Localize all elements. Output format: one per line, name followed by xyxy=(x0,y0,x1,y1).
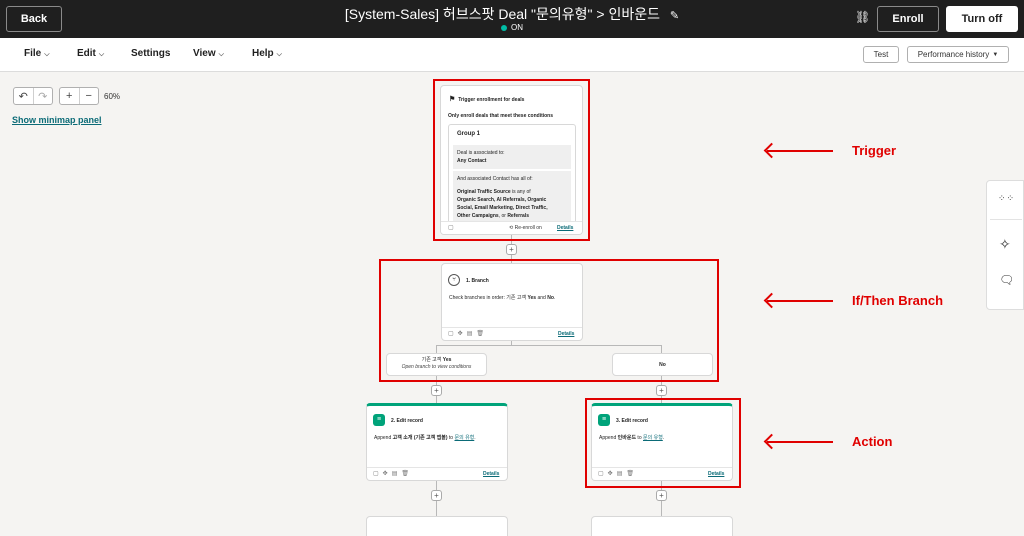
sparkle-icon[interactable]: ✧ xyxy=(999,236,1011,253)
action-left-icons: ▢ ✥ ▤ 🗑 xyxy=(373,470,409,477)
edit-record-icon: ≡ xyxy=(373,414,385,426)
menu-settings-label: Settings xyxy=(131,48,171,59)
menu-view[interactable]: View ⌵ xyxy=(193,48,224,59)
redo-icon[interactable]: ↷ xyxy=(32,88,53,104)
grid-dots-icon[interactable]: ⁘⁘ xyxy=(998,193,1015,204)
performance-history-label: Performance history xyxy=(917,50,990,59)
action-left-title: 2. Edit record xyxy=(391,418,423,424)
status-dot-icon xyxy=(501,24,507,31)
action-left-prefix: Append xyxy=(374,435,393,441)
action-left-value: 고객 소개 (기존 고객 앱볼) xyxy=(392,435,448,441)
chat-icon[interactable]: 🗨 xyxy=(999,273,1014,287)
move-icon[interactable]: ✥ xyxy=(383,470,388,477)
zoom-level: 60% xyxy=(104,92,121,101)
chevron-down-icon: ⌵ xyxy=(276,51,282,58)
next-step-card-left[interactable] xyxy=(366,516,508,536)
menu-help[interactable]: Help ⌵ xyxy=(252,48,282,59)
action-left-description: Append 고객 소개 (기존 고객 앱볼) to 문의 유형. xyxy=(374,435,476,442)
chevron-down-icon: ⌵ xyxy=(44,51,50,58)
menu-file-label: File xyxy=(24,48,42,59)
enroll-button[interactable]: Enroll xyxy=(877,6,939,32)
link-icon[interactable]: ⛓ xyxy=(855,10,870,24)
clone-icon[interactable]: ▤ xyxy=(392,470,398,477)
workflow-canvas[interactable]: ↶ ↷ + − 60% Show minimap panel ⚑ Trigger en… xyxy=(0,72,1024,536)
workflow-title: [System-Sales] 허브스팟 Deal "문의유형" > 인바운드 ✎ xyxy=(0,4,1024,24)
menu-settings[interactable]: Settings xyxy=(131,48,170,59)
copy-icon[interactable]: ▢ xyxy=(373,470,379,477)
show-minimap-link[interactable]: Show minimap panel xyxy=(12,115,102,125)
menu-help-label: Help xyxy=(252,48,274,59)
side-tool-panel: ⁘⁘ ✧ 🗨 xyxy=(986,180,1024,310)
action-left-period: . xyxy=(474,435,476,441)
add-step-plus-icon[interactable]: + xyxy=(431,490,442,501)
menu-view-label: View xyxy=(193,48,216,59)
zoom-in-icon[interactable]: + xyxy=(60,88,79,104)
arrow-left-icon xyxy=(767,150,833,152)
annotation-branch: If/Then Branch xyxy=(852,293,944,308)
chevron-down-icon: ⌵ xyxy=(98,51,105,58)
test-button[interactable]: Test xyxy=(863,46,899,63)
turn-off-button[interactable]: Turn off xyxy=(946,6,1018,32)
performance-history-dropdown[interactable]: Performance history ▼ xyxy=(907,46,1009,63)
annotation-action: Action xyxy=(852,434,893,449)
action-highlight-box xyxy=(585,398,741,488)
menu-file[interactable]: File ⌵ xyxy=(24,48,50,59)
branch-highlight-box xyxy=(379,259,719,382)
zoom-out-icon[interactable]: − xyxy=(78,88,99,104)
arrow-left-icon xyxy=(767,300,833,302)
next-step-card-right[interactable] xyxy=(591,516,733,536)
add-step-plus-icon[interactable]: + xyxy=(506,244,517,255)
add-step-plus-icon[interactable]: + xyxy=(656,385,667,396)
edit-record-card-left[interactable]: ≡ 2. Edit record Append 고객 소개 (기존 고객 앱볼)… xyxy=(366,403,508,481)
action-left-footer: ▢ ✥ ▤ 🗑 Details xyxy=(367,467,507,480)
status-text: ON xyxy=(511,23,523,32)
zoom-controls: + − xyxy=(59,87,99,105)
delete-icon[interactable]: 🗑 xyxy=(401,470,409,477)
action-left-details-link[interactable]: Details xyxy=(483,471,499,478)
add-step-plus-icon[interactable]: + xyxy=(656,490,667,501)
undo-redo-group: ↶ ↷ xyxy=(13,87,53,105)
add-step-plus-icon[interactable]: + xyxy=(431,385,442,396)
undo-icon[interactable]: ↶ xyxy=(14,88,33,104)
annotation-trigger: Trigger xyxy=(852,143,897,158)
top-bar: Back [System-Sales] 허브스팟 Deal "문의유형" > 인… xyxy=(0,0,1024,38)
trigger-highlight-box xyxy=(433,79,590,241)
action-left-property[interactable]: 문의 유형 xyxy=(454,435,474,441)
divider xyxy=(990,219,1022,220)
status-indicator: ON xyxy=(0,23,1024,32)
menu-edit[interactable]: Edit ⌵ xyxy=(77,48,104,59)
menu-edit-label: Edit xyxy=(77,48,96,59)
workflow-title-text[interactable]: [System-Sales] 허브스팟 Deal "문의유형" > 인바운드 xyxy=(345,6,660,22)
arrow-left-icon xyxy=(767,441,833,443)
caret-down-icon: ▼ xyxy=(992,51,999,58)
edit-pencil-icon[interactable]: ✎ xyxy=(670,10,679,22)
chevron-down-icon: ⌵ xyxy=(218,51,224,58)
